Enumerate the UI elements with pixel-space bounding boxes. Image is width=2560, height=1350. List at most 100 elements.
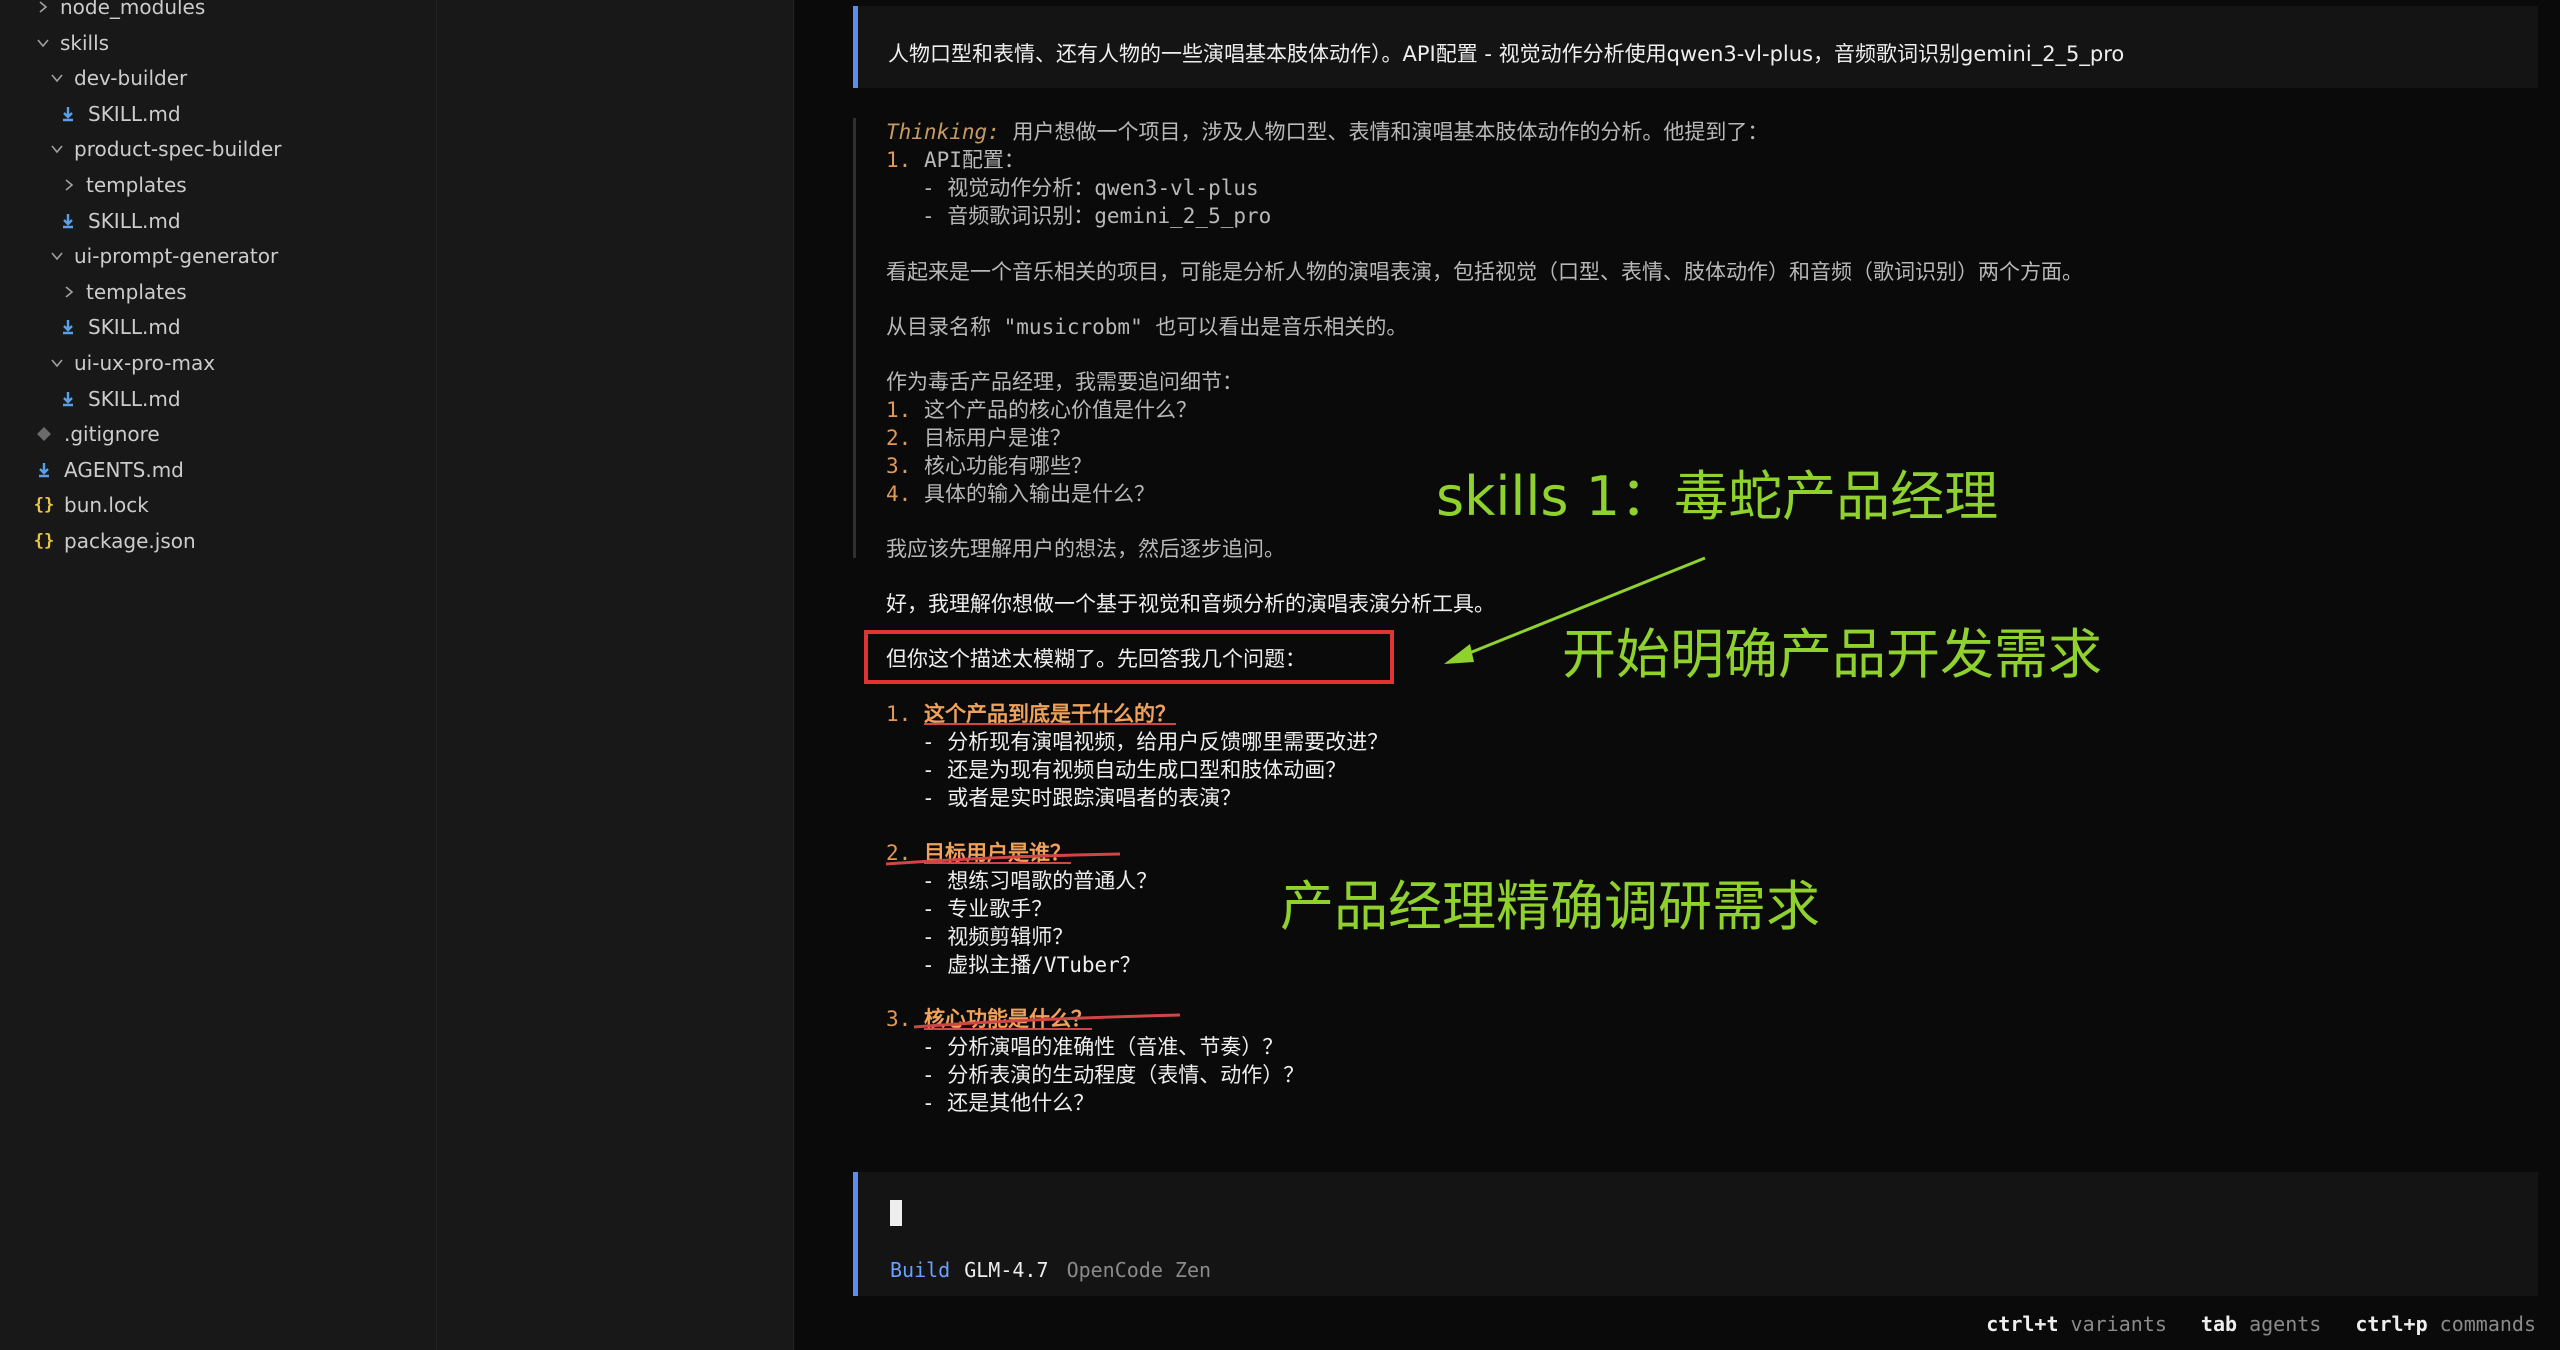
tree-item-templates[interactable]: templates [62,275,187,309]
tree-item-label: AGENTS.md [64,457,184,482]
tree-item-label: ui-ux-pro-max [74,351,216,375]
shortcut-key: ctrl+t [1986,1312,2059,1336]
tree-item-label: product-spec-builder [74,137,282,162]
thinking-para: 作为毒舌产品经理，我需要追问细节： [886,370,1243,394]
section-item: - 想练习唱歌的普通人？ [922,869,1158,893]
thinking-label: Thinking: [886,120,1000,144]
prompt-input[interactable]: Build GLM-4.7 OpenCode Zen [853,1172,2538,1296]
annotation-underline [913,1013,1181,1029]
list-number: 3. [886,454,912,478]
tree-item-node-modules[interactable]: node_modules [36,0,205,24]
tree-item-gitignore[interactable]: .gitignore [36,417,160,451]
thinking-api-item: - 音频歌词识别：gemini_2_5_pro [922,204,1272,228]
agent-status: Build GLM-4.7 OpenCode Zen [890,1258,1211,1282]
file-explorer [0,0,437,1350]
markdown-icon [60,106,76,122]
tree-item-label: node_modules [60,0,206,19]
tree-item-skill-md[interactable]: SKILL.md [60,204,181,238]
user-message-text: 人物口型和表情、还有人物的一些演唱基本肢体动作）。API配置 - 视觉动作分析使… [888,42,2125,66]
chevron-down-icon [50,249,64,263]
chevron-down-icon [50,356,64,370]
tree-item-bun-lock[interactable]: {} bun.lock [33,488,149,522]
tree-item-dev-builder[interactable]: dev-builder [50,61,187,95]
tree-item-ui-ux-pro-max[interactable]: ui-ux-pro-max [50,346,215,380]
section-item: - 分析表演的生动程度（表情、动作）？ [922,1063,1305,1087]
section-item: - 分析现有演唱视频，给用户反馈哪里需要改进？ [922,730,1389,754]
markdown-icon [60,391,76,407]
text-cursor [890,1200,902,1226]
model-label[interactable]: GLM-4.7 [964,1258,1048,1282]
thinking-api: 1. API配置： [886,146,1025,174]
thinking-question: 1. 这个产品的核心价值是什么？ [886,396,1197,424]
shortcut-desc: commands [2439,1312,2536,1336]
shortcut-key: tab [2200,1312,2238,1336]
response-line: 但你这个描述太模糊了。先回答我几个问题： [886,647,1306,671]
tree-item-label: skills [60,30,110,55]
tree-item-label: dev-builder [74,66,188,91]
question-text: 核心功能有哪些？ [911,454,1092,478]
shortcut-bar: ctrl+t variants tab agents ctrl+p comman… [1986,1312,2536,1336]
tree-item-label: SKILL.md [88,208,181,233]
tree-item-product-spec-builder[interactable]: product-spec-builder [50,132,281,166]
thinking-para: 从目录名称 "musicrobm" 也可以看出是音乐相关的。 [886,315,1408,339]
list-number: 4. [886,482,912,506]
section-item: - 专业歌手？ [922,897,1053,921]
provider-label: OpenCode Zen [1066,1258,1212,1282]
markdown-icon [60,319,76,335]
tree-item-label: SKILL.md [88,101,181,126]
annotation-arrow [1444,556,1706,664]
thinking-question: 3. 核心功能有哪些？ [886,452,1092,480]
chevron-down-icon [50,71,64,85]
shortcut-desc: variants [2070,1312,2167,1336]
tree-item-label: ui-prompt-generator [74,244,279,269]
side-panel [437,0,794,1350]
section-item: - 还是其他什么？ [922,1091,1095,1115]
chevron-down-icon [36,36,50,50]
tree-item-skill-md[interactable]: SKILL.md [60,382,181,416]
question-text: 这个产品的核心价值是什么？ [911,398,1197,422]
tree-item-skill-md[interactable]: SKILL.md [60,310,181,344]
tree-item-skills[interactable]: skills [36,26,109,60]
tree-item-package-json[interactable]: {} package.json [33,524,196,558]
thinking-question: 4. 具体的输入输出是什么？ [886,480,1155,508]
thinking-api-item: - 视觉动作分析：qwen3-vl-plus [922,176,1259,200]
section-heading: 1. 这个产品到底是干什么的？ [886,700,1176,728]
json-icon: {} [33,495,55,516]
tree-item-label: bun.lock [64,493,149,518]
chevron-down-icon [50,142,64,156]
markdown-icon [36,462,52,478]
tree-item-label: .gitignore [64,422,160,447]
thinking-intro-text: 用户想做一个项目，涉及人物口型、表情和演唱基本肢体动作的分析。他提到了： [999,120,1769,144]
tree-item-label: package.json [64,529,196,553]
section-item: - 还是为现有视频自动生成口型和肢体动画？ [922,758,1347,782]
json-icon: {} [33,531,55,551]
section-title: 这个产品到底是干什么的？ [923,702,1176,726]
user-message-block: 人物口型和表情、还有人物的一些演唱基本肢体动作）。API配置 - 视觉动作分析使… [853,6,2538,88]
tree-item-ui-prompt-generator[interactable]: ui-prompt-generator [50,239,278,273]
list-number: 1. [886,702,912,726]
git-icon [36,426,52,442]
annotation-label: 产品经理精确调研需求 [1280,875,1820,938]
list-number: 3. [886,1007,912,1031]
tree-item-label: SKILL.md [88,386,181,411]
thinking-para: 看起来是一个音乐相关的项目，可能是分析人物的演唱表演，包括视觉（口型、表情、肢体… [886,260,2083,284]
thinking-intro: Thinking: 用户想做一个项目，涉及人物口型、表情和演唱基本肢体动作的分析… [886,118,1768,146]
annotation-label: skills 1：毒蛇产品经理 [1436,465,1999,528]
question-text: 具体的输入输出是什么？ [911,482,1155,506]
thinking-para: 我应该先理解用户的想法，然后逐步追问。 [886,537,1285,561]
tree-item-agents-md[interactable]: AGENTS.md [36,453,184,487]
mode-label[interactable]: Build [890,1258,950,1282]
chevron-right-icon [62,285,76,299]
shortcut-desc: agents [2249,1312,2322,1336]
thinking-api-title: API配置： [911,148,1025,172]
thinking-question: 2. 目标用户是谁？ [886,424,1071,452]
chevron-right-icon [36,0,50,14]
section-item: - 视频剪辑师？ [922,925,1074,949]
tree-item-templates[interactable]: templates [62,168,187,202]
chevron-right-icon [62,178,76,192]
list-number: 2. [886,426,912,450]
tree-item-skill-md[interactable]: SKILL.md [60,97,181,131]
tree-item-label: SKILL.md [88,315,181,340]
annotation-underline [885,852,1121,866]
shortcut-key: ctrl+p [2355,1312,2428,1336]
